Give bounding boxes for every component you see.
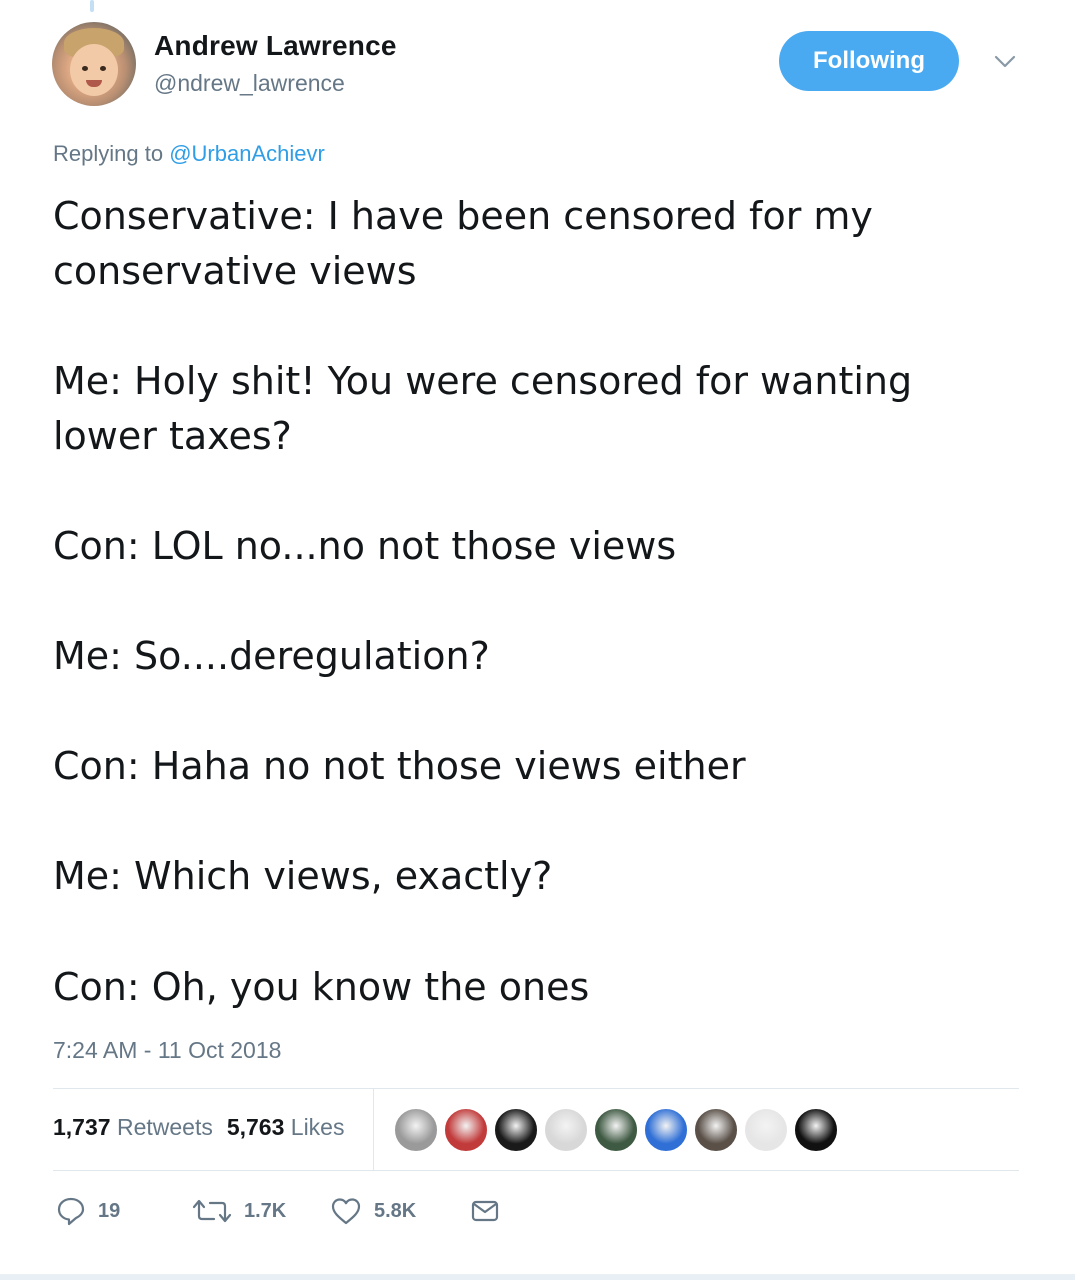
retweets-count: 1,737 [53,1114,111,1140]
tweet-text-line: lower taxes? [53,414,292,458]
divider [53,1088,1019,1089]
retweets-stat[interactable]: 1,737 Retweets [53,1114,213,1140]
liker-avatar-4[interactable] [544,1108,588,1152]
retweet-button[interactable]: 1.7K [192,1196,286,1226]
liker-avatar-7[interactable] [694,1108,738,1152]
reply-count: 19 [98,1199,121,1222]
envelope-icon [471,1200,499,1222]
avatar-face [70,44,118,96]
avatar-eye [100,66,106,71]
likes-stat[interactable]: 5,763 Likes [227,1114,345,1140]
chevron-down-icon[interactable] [993,53,1017,71]
tweet-stats: 1,737 Retweets 5,763 Likes [53,1114,344,1141]
tweet-text-line: Conservative: I have been censored for m… [53,194,873,238]
tweet-text-line: Con: Haha no not those views either [53,744,746,788]
tweet-text-line: Me: Which views, exactly? [53,854,553,898]
tweet-text-line: Me: Holy shit! You were censored for wan… [53,359,913,403]
likes-label: Likes [290,1114,345,1140]
divider [53,1170,1019,1171]
liker-avatar-8[interactable] [744,1108,788,1152]
avatar-eye [82,66,88,71]
tweet-timestamp[interactable]: 7:24 AM - 11 Oct 2018 [53,1037,281,1064]
tweet-text-line: Con: LOL no...no not those views [53,524,677,568]
liker-avatar-3[interactable] [494,1108,538,1152]
liker-avatar-6[interactable] [644,1108,688,1152]
retweet-count: 1.7K [244,1199,287,1222]
tweet-text-line: Me: So....deregulation? [53,634,490,678]
like-button[interactable]: 5.8K [330,1196,416,1226]
heart-icon [331,1198,361,1225]
following-button[interactable]: Following [779,31,959,91]
author-display-name[interactable]: Andrew Lawrence [154,30,397,62]
tweet-text-line: Con: Oh, you know the ones [53,965,590,1009]
direct-message-button[interactable] [470,1196,500,1226]
reply-icon [57,1197,85,1226]
liker-avatar-1[interactable] [394,1108,438,1152]
reply-mention-link[interactable]: @UrbanAchievr [169,141,325,166]
author-avatar[interactable] [52,22,136,106]
like-count: 5.8K [374,1199,417,1222]
thread-connector-line [90,0,94,12]
reply-context-prefix: Replying to [53,141,164,166]
tweet-text-line: conservative views [53,249,417,293]
stats-separator [373,1089,374,1170]
reply-button[interactable]: 19 [56,1196,120,1226]
reply-context: Replying to @UrbanAchievr [53,141,325,167]
liker-avatar-2[interactable] [444,1108,488,1152]
liker-avatar-9[interactable] [794,1108,838,1152]
bottom-border [0,1274,1075,1280]
likes-count: 5,763 [226,1114,285,1140]
author-handle[interactable]: @ndrew_lawrence [154,70,345,97]
retweets-label: Retweets [116,1114,213,1140]
liker-avatar-5[interactable] [594,1108,638,1152]
retweet-icon [192,1199,232,1223]
